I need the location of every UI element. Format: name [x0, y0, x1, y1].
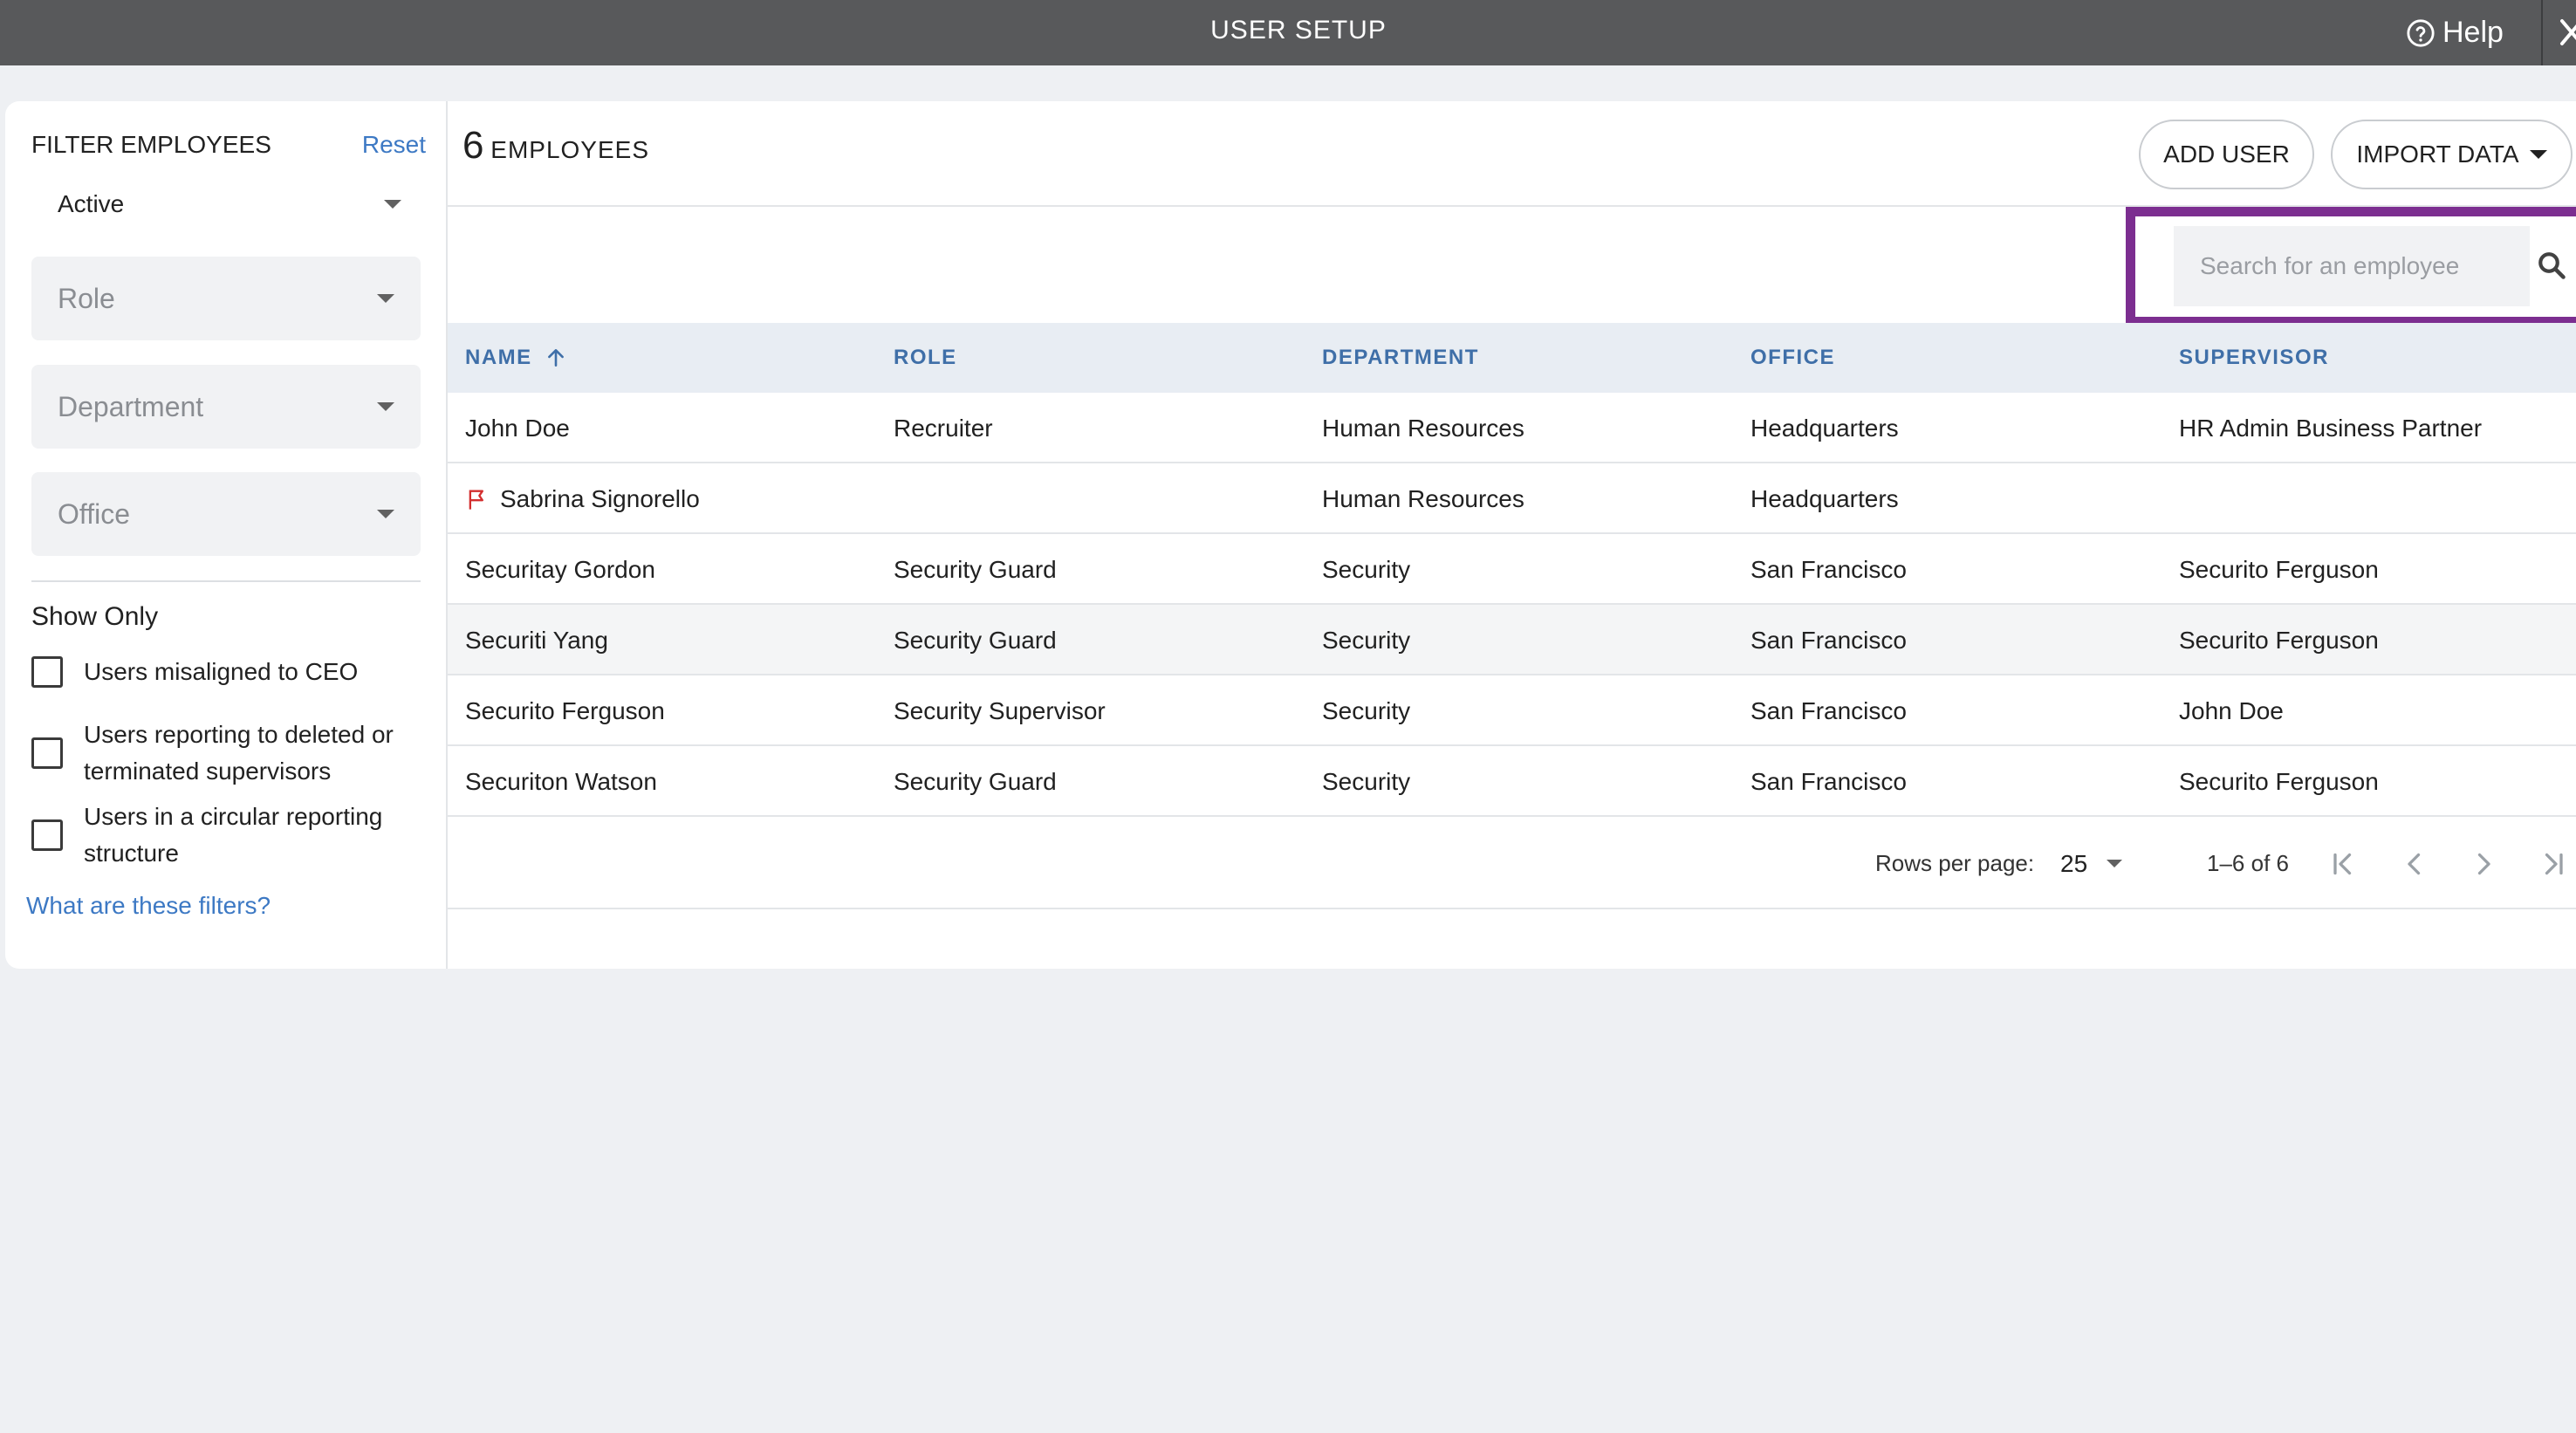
cell-department: Security: [1322, 697, 1411, 724]
header-divider: [2541, 0, 2543, 65]
table-header: NAME ROLE DEPARTMENT OFFICE SUPERVISOR: [448, 323, 2576, 393]
employee-count: 6 EMPLOYEES: [462, 124, 649, 168]
column-label: NAME: [465, 346, 532, 369]
checkbox-circular-reporting[interactable]: Users in a circular reporting structure: [31, 799, 424, 872]
show-only-label: Show Only: [31, 602, 159, 631]
cell-department: Security: [1322, 768, 1411, 795]
cell-department: Security: [1322, 556, 1411, 583]
cell-supervisor: Securito Ferguson: [2179, 768, 2379, 795]
import-data-label: IMPORT DATA: [2356, 141, 2519, 168]
cell-role: Security Guard: [894, 768, 1057, 795]
cell-name: Securitay Gordon: [465, 556, 655, 583]
department-placeholder: Department: [58, 390, 204, 422]
checkbox-deleted-supervisors[interactable]: Users reporting to deleted or terminated…: [31, 716, 424, 790]
page-title: USER SETUP: [1210, 16, 1387, 45]
cell-office: Headquarters: [1750, 485, 1899, 512]
cell-department: Human Resources: [1322, 415, 1524, 442]
cell-office: San Francisco: [1750, 768, 1907, 795]
chevron-down-icon: [2529, 150, 2547, 159]
app-header: USER SETUP Help: [0, 0, 2576, 65]
search-icon[interactable]: [2536, 250, 2567, 281]
previous-page-icon[interactable]: [2399, 848, 2430, 880]
cell-name: John Doe: [465, 415, 570, 442]
chevron-down-icon: [377, 402, 394, 411]
cell-name: Securito Ferguson: [465, 697, 665, 724]
close-icon[interactable]: [2555, 12, 2576, 52]
cell-office: San Francisco: [1750, 556, 1907, 583]
cell-name: Securiton Watson: [465, 768, 657, 795]
add-user-button[interactable]: ADD USER: [2139, 120, 2314, 189]
pagination-bar: Rows per page: 25 1–6 of 6: [448, 818, 2576, 909]
filters-help-link[interactable]: What are these filters?: [26, 892, 271, 920]
cell-role: Security Supervisor: [894, 697, 1106, 724]
column-header-role[interactable]: ROLE: [894, 323, 957, 393]
status-value: Active: [58, 190, 125, 217]
table-row[interactable]: Securitay Gordon Security Guard Security…: [448, 534, 2576, 605]
page-range: 1–6 of 6: [2207, 850, 2289, 876]
role-placeholder: Role: [58, 282, 115, 314]
column-header-supervisor[interactable]: SUPERVISOR: [2179, 323, 2329, 393]
last-page-icon[interactable]: [2538, 848, 2569, 880]
cell-name: Securiti Yang: [465, 627, 608, 654]
cell-department: Security: [1322, 627, 1411, 654]
rows-per-page-label: Rows per page:: [1875, 850, 2035, 876]
next-page-icon[interactable]: [2468, 848, 2499, 880]
cell-supervisor: Securito Ferguson: [2179, 627, 2379, 654]
cell-supervisor: John Doe: [2179, 697, 2284, 724]
cell-name: Sabrina Signorello: [465, 463, 700, 534]
import-data-button[interactable]: IMPORT DATA: [2331, 120, 2573, 189]
sidebar-divider: [31, 580, 421, 582]
checkbox[interactable]: [31, 819, 63, 851]
chevron-down-icon: [384, 200, 401, 209]
table-row[interactable]: Securiti Yang Security Guard Security Sa…: [448, 605, 2576, 675]
role-dropdown[interactable]: Role: [31, 257, 421, 340]
filter-sidebar: FILTER EMPLOYEES Reset Active Role Depar…: [5, 101, 448, 969]
checkbox-label: Users misaligned to CEO: [84, 658, 359, 685]
cell-office: Headquarters: [1750, 415, 1899, 442]
column-header-office[interactable]: OFFICE: [1750, 323, 1835, 393]
cell-office: San Francisco: [1750, 697, 1907, 724]
first-page-icon[interactable]: [2327, 848, 2359, 880]
table-row[interactable]: Securiton Watson Security Guard Security…: [448, 746, 2576, 817]
help-button[interactable]: Help: [2406, 0, 2504, 65]
sort-ascending-icon: [547, 349, 564, 367]
flag-icon: [469, 490, 483, 510]
chevron-down-icon: [2107, 860, 2123, 867]
employee-count-number: 6: [462, 124, 484, 167]
cell-name-text: Sabrina Signorello: [500, 485, 700, 512]
column-header-department[interactable]: DEPARTMENT: [1322, 323, 1479, 393]
checkbox[interactable]: [31, 656, 63, 688]
search-input[interactable]: [2174, 226, 2530, 306]
checkbox-label: Users in a circular reporting structure: [84, 803, 383, 867]
status-select[interactable]: Active: [31, 180, 415, 229]
department-dropdown[interactable]: Department: [31, 365, 421, 449]
help-icon: [2407, 18, 2435, 47]
help-label: Help: [2442, 16, 2504, 49]
reset-link[interactable]: Reset: [362, 131, 426, 159]
office-dropdown[interactable]: Office: [31, 472, 421, 556]
table-row[interactable]: Sabrina Signorello Human Resources Headq…: [448, 463, 2576, 534]
table-row[interactable]: Securito Ferguson Security Supervisor Se…: [448, 675, 2576, 746]
chevron-down-icon: [377, 294, 394, 303]
cell-role: Security Guard: [894, 556, 1057, 583]
rows-per-page-value: 25: [2060, 849, 2088, 877]
chevron-down-icon: [377, 510, 394, 518]
table-row[interactable]: John Doe Recruiter Human Resources Headq…: [448, 393, 2576, 463]
cell-department: Human Resources: [1322, 485, 1524, 512]
employee-count-label: EMPLOYEES: [490, 136, 649, 163]
cell-role: Recruiter: [894, 415, 993, 442]
checkbox[interactable]: [31, 737, 63, 769]
filter-title: FILTER EMPLOYEES: [31, 131, 271, 158]
cell-supervisor: HR Admin Business Partner: [2179, 415, 2483, 442]
column-header-name[interactable]: NAME: [465, 323, 567, 393]
cell-role: Security Guard: [894, 627, 1057, 654]
office-placeholder: Office: [58, 497, 130, 530]
checkbox-label: Users reporting to deleted or terminated…: [84, 721, 394, 785]
cell-supervisor: Securito Ferguson: [2179, 556, 2379, 583]
rows-per-page-select[interactable]: 25: [2060, 818, 2123, 909]
cell-office: San Francisco: [1750, 627, 1907, 654]
filter-header: FILTER EMPLOYEES Reset: [31, 131, 426, 159]
checkbox-misaligned-ceo[interactable]: Users misaligned to CEO: [31, 654, 424, 690]
